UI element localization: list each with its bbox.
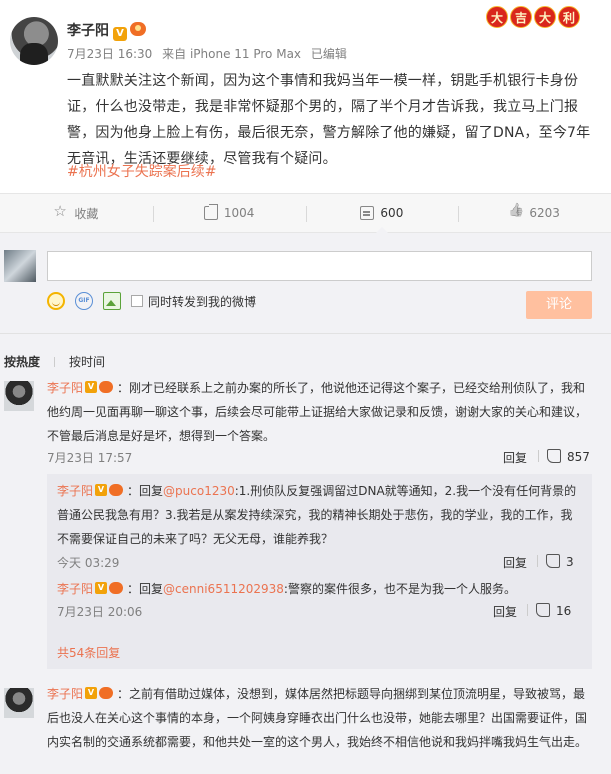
sub-reply-time: 7月23日 20:06 [57, 605, 143, 619]
reply-button[interactable]: 回复 [503, 449, 527, 466]
repost-checkbox-label: 同时转发到我的微博 [148, 294, 257, 309]
comment-like-count: 857 [567, 450, 590, 464]
thumbs-up-icon [547, 449, 561, 463]
comment-item: 李子阳：之前有借助过媒体，没想到，媒体居然把标题导向捆绑到某位顶流明星，导致被骂… [47, 682, 592, 754]
comment-author[interactable]: 李子阳 [47, 687, 83, 701]
submit-comment-button[interactable]: 评论 [526, 291, 592, 319]
comment-icon [360, 206, 375, 220]
post-author-name[interactable]: 李子阳 [67, 23, 109, 39]
comment-avatar[interactable] [4, 381, 34, 411]
my-avatar[interactable] [4, 250, 36, 282]
mention-link[interactable]: @puco1230 [163, 484, 235, 498]
mention-link[interactable]: @cenni6511202938 [163, 582, 284, 596]
daji-badge: 大 吉 大 利 [486, 6, 582, 28]
post-actions-bar: 收藏 1004 600 6203 [0, 193, 611, 233]
vip-badge-icon [83, 687, 114, 699]
comment-count: 600 [380, 206, 404, 220]
repost-icon [203, 204, 218, 220]
weibo-post: 李子阳 V 7月23日 16:30 来自 iPhone 11 Pro Max 已编… [0, 0, 611, 193]
thumbs-up-icon [509, 206, 523, 220]
badge-char: 吉 [510, 6, 532, 28]
post-edited[interactable]: 已编辑 [311, 47, 347, 61]
sub-replies-box: 李子阳：回复@puco1230:1.刑侦队反复强调留过DNA就等通知，2.我一个… [47, 474, 592, 669]
repost-button[interactable]: 1004 [152, 194, 306, 232]
comment-time: 7月23日 17:57 [47, 451, 133, 465]
thumbs-up-icon [546, 554, 560, 568]
emoji-icon[interactable] [47, 292, 65, 310]
comment-item: 李子阳：刚才已经联系上之前办案的所长了，他说他还记得这个案子，已经交给刑侦队了，… [47, 376, 592, 448]
badge-char: 大 [486, 6, 508, 28]
comment-author[interactable]: 李子阳 [47, 381, 83, 395]
tab-sort-hot[interactable]: 按热度 [4, 355, 40, 369]
like-button[interactable]: 6203 [458, 194, 611, 232]
divider [54, 357, 56, 367]
badge-char: 大 [534, 6, 556, 28]
sub-reply-time: 今天 03:29 [57, 556, 120, 570]
vip-badge-icon [93, 484, 124, 496]
post-hashtag[interactable]: #杭州女子失踪案后续# [67, 161, 216, 181]
post-meta: 7月23日 16:30 来自 iPhone 11 Pro Max 已编辑 [67, 45, 353, 62]
repost-count: 1004 [223, 206, 255, 220]
vip-badge-icon [83, 381, 114, 393]
comment-button[interactable]: 600 [305, 194, 459, 233]
divider [0, 333, 611, 334]
repost-checkbox[interactable] [131, 295, 143, 307]
reply-button[interactable]: 回复 [503, 554, 527, 571]
thumbs-up-icon [536, 603, 550, 617]
comment-like-count: 16 [556, 604, 572, 618]
composer-toolbar: GIF 同时转发到我的微博 [47, 289, 592, 313]
favorite-label: 收藏 [74, 206, 99, 221]
more-replies-link[interactable]: 共54条回复 [57, 644, 120, 661]
post-author[interactable]: 李子阳 V [67, 20, 146, 41]
favorite-button[interactable]: 收藏 [0, 194, 153, 232]
post-source: 来自 iPhone 11 Pro Max [162, 47, 302, 61]
like-count: 6203 [529, 206, 560, 220]
star-icon [53, 202, 68, 220]
comment-like-button[interactable]: 16 [527, 603, 571, 618]
sub-reply-author[interactable]: 李子阳 [57, 484, 93, 498]
comment-input[interactable] [47, 251, 592, 281]
comment-text: ：刚才已经联系上之前办案的所长了，他说他还记得这个案子，已经交给刑侦队了，我和他… [47, 381, 588, 443]
divider [538, 450, 539, 462]
divider [537, 555, 538, 567]
post-text: 一直默默关注这个新闻，因为这个事情和我妈当年一模一样，钥匙手机银行卡身份证，什么… [67, 73, 591, 167]
post-time[interactable]: 7月23日 16:30 [67, 47, 152, 61]
sub-reply-item: 李子阳：回复@puco1230:1.刑侦队反复强调留过DNA就等通知，2.我一个… [57, 479, 582, 551]
tab-sort-time[interactable]: 按时间 [69, 355, 105, 369]
divider [527, 604, 528, 616]
sub-reply-item: 李子阳 ：回复@cenni6511202938:警察的案件很多，也不是为我一个人服… [57, 577, 582, 601]
sub-reply-prefix: ：回复 [127, 582, 164, 596]
comment-avatar[interactable] [4, 688, 34, 718]
comment-section: GIF 同时转发到我的微博 评论 按热度按时间 李子阳：刚才已经联系上之前办案的… [0, 233, 611, 774]
comment-sort-tabs: 按热度 按时间 [4, 353, 119, 370]
comment-like-button[interactable]: 3 [537, 554, 574, 569]
comment-like-button[interactable]: 857 [538, 449, 590, 464]
vip-badge-icon [93, 582, 124, 594]
author-avatar[interactable] [10, 17, 58, 65]
image-icon[interactable] [103, 292, 121, 310]
sub-reply-text: :警察的案件很多，也不是为我一个人服务。 [283, 582, 516, 596]
vip-badge-icon: V [113, 27, 127, 41]
sub-reply-author[interactable]: 李子阳 [57, 582, 93, 596]
sub-reply-prefix: ：回复 [127, 484, 164, 498]
badge-char: 利 [558, 6, 580, 28]
gif-icon[interactable]: GIF [75, 292, 93, 310]
reply-button[interactable]: 回复 [493, 603, 517, 620]
comment-text: ：之前有借助过媒体，没想到，媒体居然把标题导向捆绑到某位顶流明星，导致被骂，最后… [47, 687, 588, 749]
medal-icon [130, 22, 146, 36]
comment-like-count: 3 [566, 555, 574, 569]
